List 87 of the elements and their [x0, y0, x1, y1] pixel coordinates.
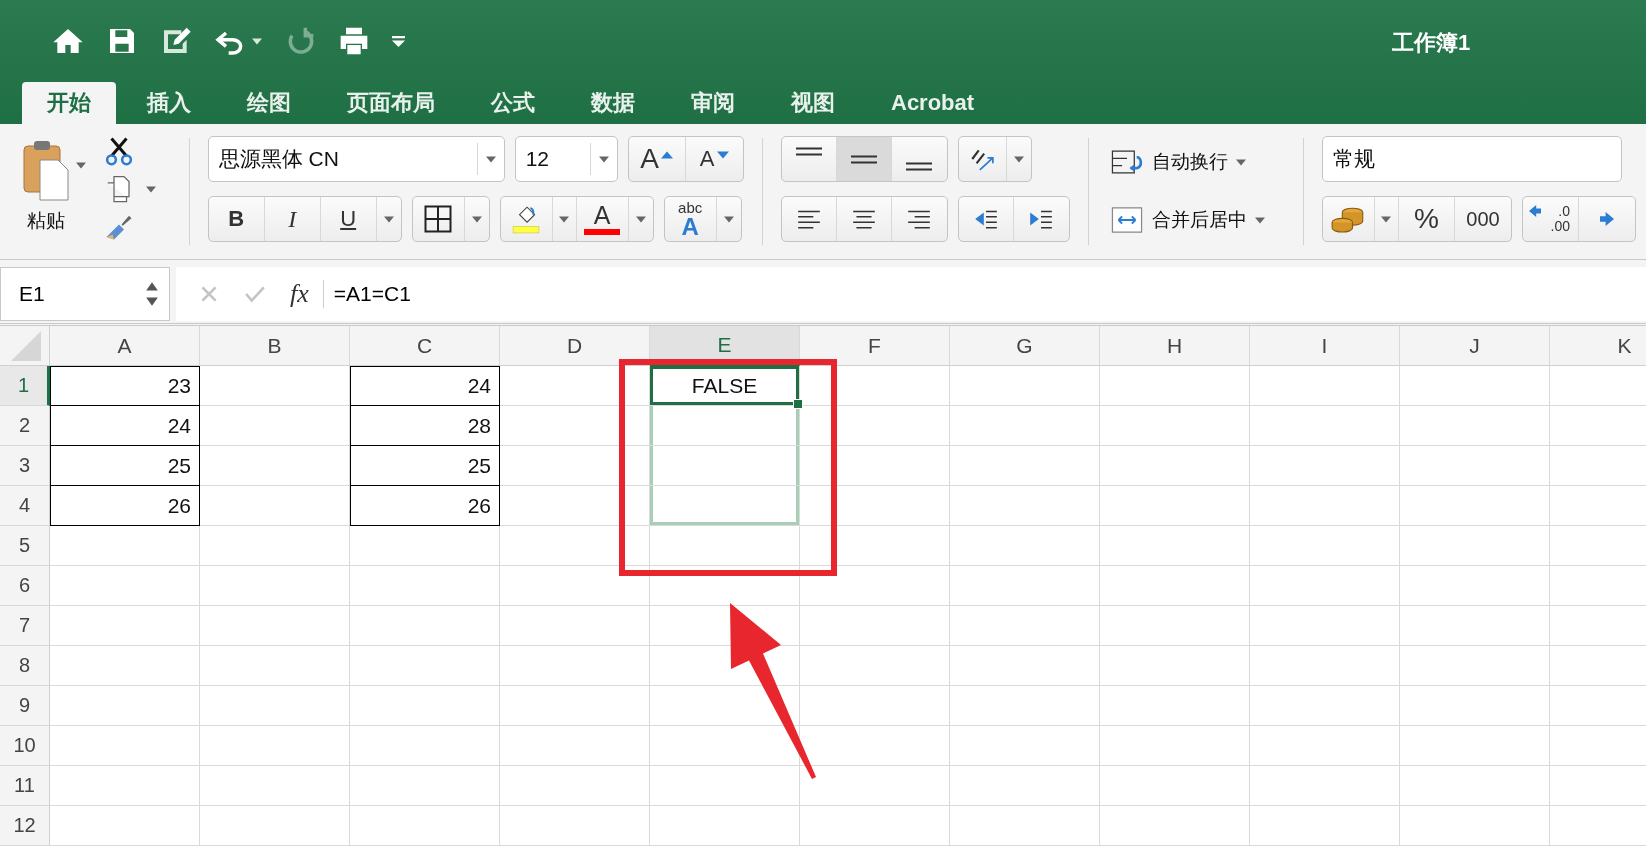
- increase-font-size-button[interactable]: A: [628, 137, 686, 181]
- column-header[interactable]: I: [1250, 326, 1400, 366]
- decrease-font-size-button[interactable]: A: [685, 137, 743, 181]
- row-header[interactable]: 8: [0, 646, 50, 686]
- column-header[interactable]: K: [1550, 326, 1646, 366]
- row-header[interactable]: 10: [0, 726, 50, 766]
- caret-icon: [635, 215, 646, 223]
- caret-icon: [1013, 155, 1024, 163]
- column-header[interactable]: B: [200, 326, 350, 366]
- row-header[interactable]: 12: [0, 806, 50, 846]
- merge-icon: [1110, 205, 1145, 235]
- align-lines-icon: [795, 147, 822, 156]
- right-arrow-icon: [1600, 212, 1614, 226]
- column-header[interactable]: G: [950, 326, 1100, 366]
- caret-icon: [598, 155, 609, 163]
- customize-menu-icon[interactable]: [392, 35, 405, 47]
- italic-button[interactable]: I: [264, 197, 321, 241]
- down-triangle-icon: [716, 151, 729, 159]
- window-title: 工作簿1: [1392, 29, 1471, 57]
- left-arrow-icon: [1529, 205, 1541, 217]
- cut-icon[interactable]: [104, 136, 134, 166]
- table-cell: 24: [350, 366, 500, 406]
- caret-icon: [1236, 158, 1247, 166]
- percent-style-button[interactable]: %: [1399, 197, 1455, 241]
- row-header[interactable]: 9: [0, 686, 50, 726]
- print-icon[interactable]: [338, 25, 370, 57]
- ribbon-tab[interactable]: 数据: [566, 82, 660, 124]
- table-cell: 28: [350, 406, 500, 446]
- row-header[interactable]: 7: [0, 606, 50, 646]
- underline-button[interactable]: U: [320, 197, 377, 241]
- row-header[interactable]: 6: [0, 566, 50, 606]
- formula-field[interactable]: =A1=C1: [333, 281, 411, 306]
- column-header[interactable]: C: [350, 326, 500, 366]
- caret-icon: [559, 215, 570, 223]
- table-cell: 26: [350, 486, 500, 526]
- font-name-field[interactable]: 思源黑体 CN: [207, 136, 505, 182]
- merge-center-button[interactable]: 合并后居中: [1106, 198, 1286, 242]
- caret-icon: [471, 215, 482, 223]
- fill-handle[interactable]: [793, 399, 803, 409]
- font-size-field[interactable]: 12: [514, 136, 618, 182]
- wrap-text-icon: [1110, 147, 1145, 177]
- table-cell: 25: [350, 446, 500, 486]
- paste-button[interactable]: 粘贴: [20, 134, 72, 234]
- up-triangle-icon: [661, 151, 673, 159]
- caret-icon: [383, 215, 394, 223]
- row-header[interactable]: 5: [0, 526, 50, 566]
- triangle-icon: [9, 331, 43, 361]
- align-lines-icon: [906, 162, 933, 171]
- ribbon-tab[interactable]: 公式: [466, 82, 560, 124]
- ribbon-tab[interactable]: 绘图: [222, 82, 316, 124]
- column-header[interactable]: F: [800, 326, 950, 366]
- insert-function-button[interactable]: fx: [290, 278, 309, 309]
- ribbon-tab[interactable]: Acrobat: [866, 82, 1000, 124]
- column-header[interactable]: A: [50, 326, 200, 366]
- row-header[interactable]: 2: [0, 406, 50, 446]
- ribbon-tab[interactable]: 插入: [122, 82, 216, 124]
- column-header[interactable]: J: [1400, 326, 1550, 366]
- caret-icon: [1381, 215, 1392, 223]
- table-cell: 24: [50, 406, 200, 446]
- row-header[interactable]: 1: [0, 366, 50, 406]
- table-cell: 25: [50, 446, 200, 486]
- ribbon-tab[interactable]: 页面布局: [322, 82, 460, 124]
- ribbon-tab[interactable]: 开始: [22, 82, 116, 124]
- ribbon-tab[interactable]: 审阅: [666, 82, 760, 124]
- name-box[interactable]: E1: [0, 266, 170, 321]
- bold-button[interactable]: B: [208, 197, 265, 241]
- comma-style-button[interactable]: 000: [1455, 197, 1511, 241]
- row-header[interactable]: 11: [0, 766, 50, 806]
- active-cell: FALSE: [650, 366, 800, 406]
- align-lines-icon: [850, 154, 877, 164]
- caret-icon: [146, 185, 156, 193]
- caret-icon: [76, 162, 86, 169]
- column-header[interactable]: H: [1100, 326, 1250, 366]
- table-cell: 26: [50, 486, 200, 526]
- caret-icon: [1255, 216, 1266, 224]
- caret-icon: [485, 155, 496, 163]
- clipboard-icon: [20, 138, 72, 202]
- wrap-text-button[interactable]: 自动换行: [1106, 140, 1286, 184]
- vertical-align-button[interactable]: [836, 137, 892, 181]
- row-header[interactable]: 3: [0, 446, 50, 486]
- caret-icon[interactable]: [252, 37, 262, 45]
- row-header[interactable]: 4: [0, 486, 50, 526]
- column-header[interactable]: D: [500, 326, 650, 366]
- ribbon-tab[interactable]: 视图: [766, 82, 860, 124]
- caret-icon: [723, 215, 734, 223]
- table-cell: 23: [50, 366, 200, 406]
- number-format-field[interactable]: 常规: [1322, 136, 1622, 182]
